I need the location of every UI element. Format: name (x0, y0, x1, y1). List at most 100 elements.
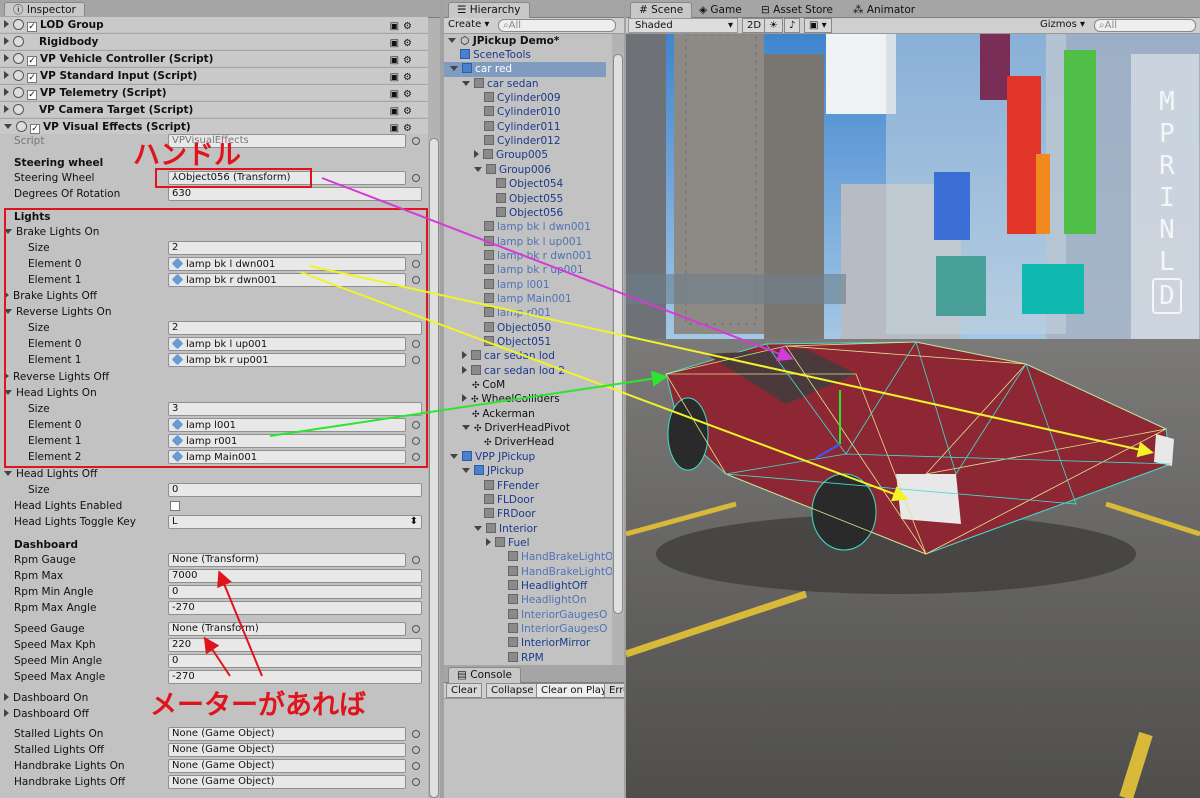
object-picker-icon[interactable] (412, 778, 420, 786)
hierarchy-item[interactable]: Object054 (444, 177, 563, 191)
hierarchy-item[interactable]: ✣ DriverHead (444, 435, 554, 449)
expand-arrow-icon[interactable] (4, 71, 9, 79)
rpm-max-field[interactable]: 7000 (168, 569, 422, 583)
clear-button[interactable]: Clear (446, 683, 483, 698)
object-picker-icon[interactable] (412, 746, 420, 754)
component-camera-target[interactable]: VP Camera Target (Script) ▣⚙ (0, 101, 428, 117)
scene-viewport[interactable] (626, 34, 1200, 798)
dashboard-on-foldout[interactable]: Dashboard On (0, 690, 88, 706)
tab-hierarchy[interactable]: ☰ Hierarchy (448, 2, 530, 18)
collapse-arrow-icon[interactable] (474, 525, 482, 531)
hierarchy-item[interactable]: car sedan lod (444, 349, 555, 363)
hierarchy-item[interactable]: car sedan lod 2 (444, 364, 565, 378)
expand-arrow-icon[interactable] (4, 693, 9, 701)
tab-animator[interactable]: ⁂ Animator (844, 2, 924, 18)
hierarchy-item[interactable]: Object055 (444, 192, 563, 206)
collapse-arrow-icon[interactable] (462, 80, 470, 86)
hierarchy-item[interactable]: JPickup (444, 464, 524, 478)
hierarchy-item[interactable]: lamp r001 (444, 306, 551, 320)
dashboard-off-foldout[interactable]: Dashboard Off (0, 706, 89, 722)
hierarchy-item[interactable]: car red (444, 62, 606, 77)
error-pause-button[interactable]: Erro (604, 683, 624, 698)
object-picker-icon[interactable] (412, 762, 420, 770)
head-off-size-field[interactable]: 0 (168, 483, 422, 497)
collapse-button[interactable]: Collapse (486, 683, 539, 698)
shading-mode-dropdown[interactable]: Shaded ▾ (628, 18, 738, 33)
rpm-max-angle-field[interactable]: -270 (168, 601, 422, 615)
component-vehicle-controller[interactable]: ✓ VP Vehicle Controller (Script) ▣⚙ (0, 50, 428, 66)
hierarchy-item[interactable]: HandBrakeLightO (444, 565, 613, 579)
hierarchy-item[interactable]: RPM (444, 651, 544, 665)
object-picker-icon[interactable] (412, 730, 420, 738)
hierarchy-item[interactable]: car sedan (444, 77, 539, 91)
tab-scene[interactable]: # Scene (630, 2, 693, 18)
inspector-scrollbar[interactable] (428, 18, 440, 798)
hierarchy-item[interactable]: FFender (444, 479, 539, 493)
hierarchy-item[interactable]: Cylinder011 (444, 120, 561, 134)
expand-arrow-icon[interactable] (4, 20, 9, 28)
hierarchy-scroll-thumb[interactable] (613, 54, 623, 614)
tab-game[interactable]: ◈ Game (690, 2, 751, 18)
head-toggle-dropdown[interactable]: L ⬍ (168, 515, 422, 529)
collapse-arrow-icon[interactable] (450, 66, 458, 72)
expand-arrow-icon[interactable] (4, 709, 9, 717)
hierarchy-item[interactable]: Group005 (444, 148, 548, 162)
hierarchy-item[interactable]: Cylinder009 (444, 91, 561, 105)
hierarchy-item[interactable]: InteriorGaugesO (444, 622, 607, 636)
hierarchy-item[interactable]: Fuel (444, 536, 530, 550)
expand-arrow-icon[interactable] (462, 351, 467, 360)
hierarchy-scrollbar[interactable] (612, 34, 624, 665)
rpm-min-angle-field[interactable]: 0 (168, 585, 422, 599)
expand-arrow-icon[interactable] (4, 88, 9, 96)
hierarchy-item[interactable]: InteriorGaugesO (444, 608, 607, 622)
hierarchy-item[interactable]: HeadlightOn (444, 593, 587, 607)
collapse-arrow-icon[interactable] (4, 471, 12, 476)
collapse-arrow-icon[interactable] (450, 453, 458, 459)
hierarchy-item[interactable]: Cylinder012 (444, 134, 561, 148)
hierarchy-item[interactable]: HandBrakeLightO (444, 550, 613, 564)
hierarchy-item[interactable]: lamp bk r dwn001 (444, 249, 592, 263)
hierarchy-search-input[interactable]: ⌕All (498, 19, 616, 32)
gizmos-dropdown[interactable]: Gizmos ▾ (1040, 19, 1085, 30)
speed-max-field[interactable]: 220 (168, 638, 422, 652)
speed-gauge-field[interactable]: None (Transform) (168, 622, 406, 636)
hierarchy-item[interactable]: InteriorMirror (444, 636, 590, 650)
head-lights-off-foldout[interactable]: Head Lights Off (0, 466, 97, 482)
expand-arrow-icon[interactable] (474, 150, 479, 159)
speed-min-angle-field[interactable]: 0 (168, 654, 422, 668)
hierarchy-item[interactable]: lamp bk l dwn001 (444, 220, 591, 234)
component-enable-checkbox[interactable]: ✓ (27, 73, 37, 83)
collapse-arrow-icon[interactable] (462, 425, 470, 431)
clear-on-play-button[interactable]: Clear on Play (536, 683, 612, 698)
scene-root[interactable]: ⬡ JPickup Demo* (448, 34, 559, 48)
component-standard-input[interactable]: ✓ VP Standard Input (Script) ▣⚙ (0, 67, 428, 83)
component-enable-checkbox[interactable]: ✓ (27, 56, 37, 66)
component-visual-effects[interactable]: ✓ VP Visual Effects (Script) ▣⚙ (0, 118, 428, 134)
component-rigidbody[interactable]: Rigidbody ▣⚙ (0, 33, 428, 49)
expand-arrow-icon[interactable] (4, 105, 9, 113)
hierarchy-item[interactable]: lamp l001 (444, 278, 550, 292)
hierarchy-item[interactable]: lamp bk r up001 (444, 263, 584, 277)
collapse-arrow-icon[interactable] (474, 166, 482, 172)
hierarchy-item[interactable]: HeadlightOff (444, 579, 587, 593)
collapse-arrow-icon[interactable] (462, 468, 470, 474)
handbrake-off-field[interactable]: None (Game Object) (168, 775, 406, 789)
hierarchy-item[interactable]: Cylinder010 (444, 105, 561, 119)
hierarchy-item[interactable]: SceneTools (444, 48, 531, 62)
expand-arrow-icon[interactable] (4, 37, 9, 45)
object-picker-icon[interactable] (412, 625, 420, 633)
object-picker-icon[interactable] (412, 137, 420, 145)
component-enable-checkbox[interactable]: ✓ (27, 22, 37, 32)
expand-arrow-icon[interactable] (462, 365, 467, 374)
component-lod-group[interactable]: ✓ LOD Group ▣⚙ (0, 16, 428, 32)
object-picker-icon[interactable] (412, 174, 420, 182)
2d-toggle-button[interactable]: 2D (742, 18, 767, 33)
audio-toggle-icon[interactable]: ♪ (784, 18, 801, 33)
hierarchy-item[interactable]: ✣ Ackerman (444, 407, 535, 421)
collapse-arrow-icon[interactable] (4, 124, 12, 129)
hierarchy-item[interactable]: ✣ WheelColliders (444, 392, 560, 406)
inspector-scroll-thumb[interactable] (429, 138, 439, 798)
hierarchy-item[interactable]: Group006 (444, 163, 551, 177)
object-picker-icon[interactable] (412, 556, 420, 564)
hierarchy-item[interactable]: ✣ DriverHeadPivot (444, 421, 570, 435)
